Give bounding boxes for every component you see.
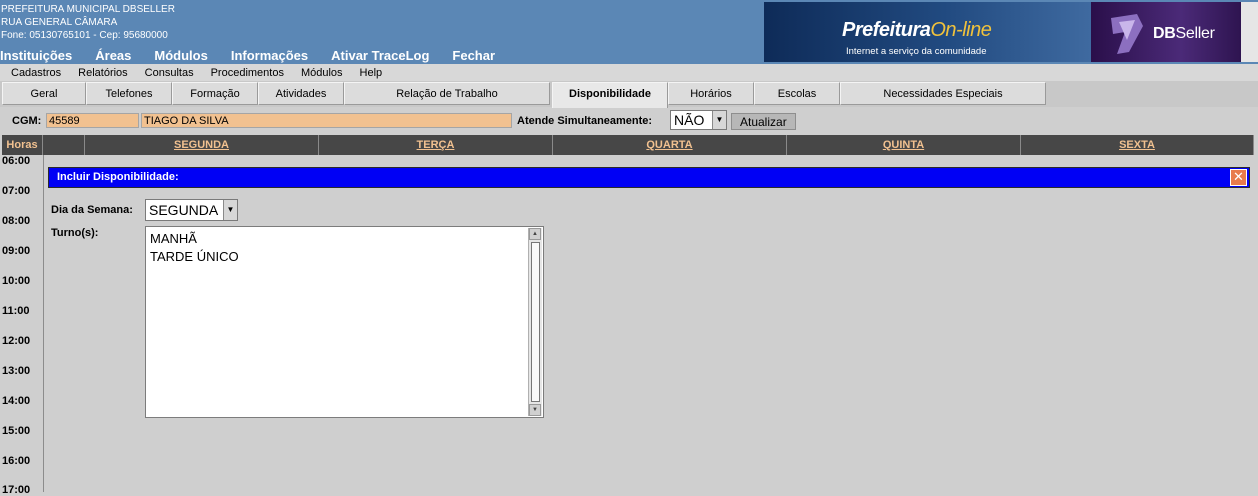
prefeitura-online-logo: PrefeituraOn-line	[842, 19, 992, 42]
schedule-grid-header: Horas SEGUNDA TERÇA QUARTA QUINTA SEXTA	[2, 135, 1254, 155]
institution-name: PREFEITURA MUNICIPAL DBSELLER	[1, 4, 175, 15]
menu-modulos[interactable]: Módulos	[154, 48, 207, 64]
tab-atividades[interactable]: Atividades	[258, 82, 344, 105]
simultaneous-select[interactable]: NÃO ▼	[670, 110, 727, 130]
menu-instituicoes[interactable]: Instituições	[0, 48, 72, 64]
submenu-relatorios[interactable]: Relatórios	[78, 67, 128, 79]
hour-1400: 14:00	[2, 395, 31, 407]
hour-1200: 12:00	[2, 335, 31, 347]
chevron-down-icon[interactable]: ▼	[223, 200, 237, 220]
scroll-up-icon[interactable]: ▲	[529, 228, 541, 240]
professional-form-row: CGM: 45589 TIAGO DA SILVA Atende Simulta…	[0, 108, 1258, 132]
tab-bar: Geral Telefones Formação Atividades Rela…	[0, 81, 1258, 108]
tab-relacao-de-trabalho[interactable]: Relação de Trabalho	[344, 82, 550, 105]
institution-contact: Fone: 05130765101 - Cep: 95680000	[1, 30, 168, 41]
hours-column-divider	[43, 155, 44, 492]
grid-blank-header	[43, 135, 85, 155]
header-right-strip	[1241, 2, 1258, 62]
tab-formacao[interactable]: Formação	[172, 82, 258, 105]
close-icon[interactable]: ✕	[1230, 169, 1247, 186]
weekday-value: SEGUNDA	[149, 202, 219, 218]
prefeitura-online-banner: PrefeituraOn-line Internet a serviço da …	[764, 2, 1091, 62]
menu-ativar-tracelog[interactable]: Ativar TraceLog	[331, 48, 429, 64]
submenu-consultas[interactable]: Consultas	[145, 67, 194, 79]
shifts-listbox[interactable]: MANHÃ TARDE ÚNICO ▲ ▼	[145, 226, 544, 418]
submenu-procedimentos[interactable]: Procedimentos	[211, 67, 284, 79]
cgm-field[interactable]: 45589	[46, 113, 139, 128]
app-header: PREFEITURA MUNICIPAL DBSELLER RUA GENERA…	[0, 0, 1258, 64]
dbseller-logo: DBSeller	[1153, 25, 1215, 43]
hour-1700: 17:00	[2, 484, 31, 496]
logo-main-text: Prefeitura	[842, 19, 931, 41]
include-availability-dialog-titlebar: Incluir Disponibilidade: ✕	[48, 167, 1250, 188]
hour-0600: 06:00	[2, 155, 31, 167]
tab-disponibilidade[interactable]: Disponibilidade	[552, 82, 668, 108]
banner-slogan: Internet a serviço da comunidade	[846, 46, 987, 57]
chevron-down-icon[interactable]: ▼	[712, 111, 726, 129]
tab-geral[interactable]: Geral	[2, 82, 86, 105]
db-rest-text: Seller	[1175, 25, 1215, 42]
main-menu: Instituições Áreas Módulos Informações A…	[0, 48, 518, 64]
shift-option-manha[interactable]: MANHÃ	[150, 231, 197, 246]
scroll-down-icon[interactable]: ▼	[529, 404, 541, 416]
day-header-quarta[interactable]: QUARTA	[553, 135, 787, 155]
db-bold-text: DB	[1153, 25, 1176, 42]
weekday-select[interactable]: SEGUNDA ▼	[145, 199, 238, 221]
tab-horarios[interactable]: Horários	[668, 82, 754, 105]
dbseller-mark-icon	[1111, 14, 1143, 54]
day-header-segunda[interactable]: SEGUNDA	[85, 135, 319, 155]
tab-necessidades-especiais[interactable]: Necessidades Especiais	[840, 82, 1046, 105]
submenu-modulos[interactable]: Módulos	[301, 67, 343, 79]
menu-informacoes[interactable]: Informações	[231, 48, 308, 64]
logo-accent-text: On-line	[930, 19, 992, 41]
hours-header: Horas	[2, 135, 43, 155]
hour-1500: 15:00	[2, 425, 31, 437]
scrollbar-thumb[interactable]	[531, 242, 540, 402]
hour-1000: 10:00	[2, 275, 31, 287]
cgm-label: CGM:	[12, 115, 42, 127]
menu-areas[interactable]: Áreas	[95, 48, 131, 64]
dbseller-banner: DBSeller	[1091, 2, 1241, 62]
tab-telefones[interactable]: Telefones	[86, 82, 172, 105]
hour-0900: 09:00	[2, 245, 31, 257]
day-header-terca[interactable]: TERÇA	[319, 135, 553, 155]
hour-1100: 11:00	[2, 305, 30, 317]
listbox-scrollbar[interactable]: ▲ ▼	[528, 228, 542, 416]
update-button[interactable]: Atualizar	[731, 113, 796, 130]
institution-street: RUA GENERAL CÂMARA	[1, 17, 118, 28]
hour-0700: 07:00	[2, 185, 31, 197]
day-header-sexta[interactable]: SEXTA	[1021, 135, 1254, 155]
simultaneous-value: NÃO	[674, 112, 705, 128]
hour-1600: 16:00	[2, 455, 31, 467]
menu-fechar[interactable]: Fechar	[452, 48, 495, 64]
submenu-help[interactable]: Help	[360, 67, 383, 79]
tab-escolas[interactable]: Escolas	[754, 82, 840, 105]
institution-info: PREFEITURA MUNICIPAL DBSELLER RUA GENERA…	[1, 3, 175, 42]
dialog-title: Incluir Disponibilidade:	[57, 171, 179, 183]
day-header-quinta[interactable]: QUINTA	[787, 135, 1021, 155]
shift-option-tarde-unico[interactable]: TARDE ÚNICO	[150, 249, 239, 264]
name-field[interactable]: TIAGO DA SILVA	[141, 113, 512, 128]
simultaneous-label: Atende Simultaneamente:	[517, 115, 653, 127]
hour-1300: 13:00	[2, 365, 31, 377]
submenu-cadastros[interactable]: Cadastros	[11, 67, 61, 79]
weekday-label: Dia da Semana:	[51, 204, 133, 216]
hour-0800: 08:00	[2, 215, 31, 227]
shifts-label: Turno(s):	[51, 227, 99, 239]
sub-menu: Cadastros Relatórios Consultas Procedime…	[0, 64, 1258, 82]
